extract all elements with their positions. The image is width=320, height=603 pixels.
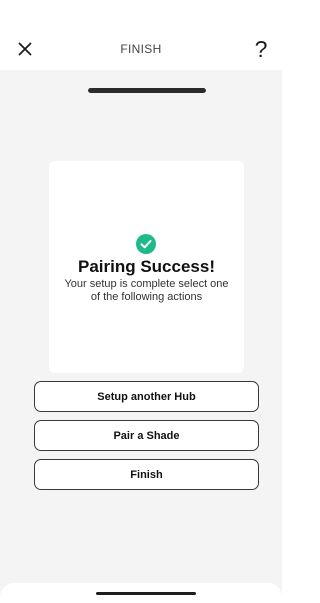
page-title: FINISH bbox=[120, 42, 162, 56]
progress-bar bbox=[88, 88, 206, 93]
success-title: Pairing Success! bbox=[77, 257, 215, 276]
home-indicator[interactable] bbox=[96, 592, 196, 595]
success-card: Pairing Success! Your setup is complete … bbox=[49, 161, 244, 373]
header: FINISH ? bbox=[0, 0, 282, 70]
check-circle-icon bbox=[136, 234, 156, 254]
pairing-success-screen: FINISH ? Pairing Success! Your setup is … bbox=[0, 0, 282, 603]
pair-a-shade-button[interactable]: Pair a Shade bbox=[34, 420, 259, 451]
bottom-bar bbox=[0, 583, 282, 603]
progress-fill bbox=[88, 88, 206, 93]
help-button[interactable]: ? bbox=[250, 36, 272, 62]
setup-another-hub-button[interactable]: Setup another Hub bbox=[34, 381, 259, 412]
finish-button[interactable]: Finish bbox=[34, 459, 259, 490]
success-message: Your setup is complete select one of the… bbox=[64, 278, 229, 303]
